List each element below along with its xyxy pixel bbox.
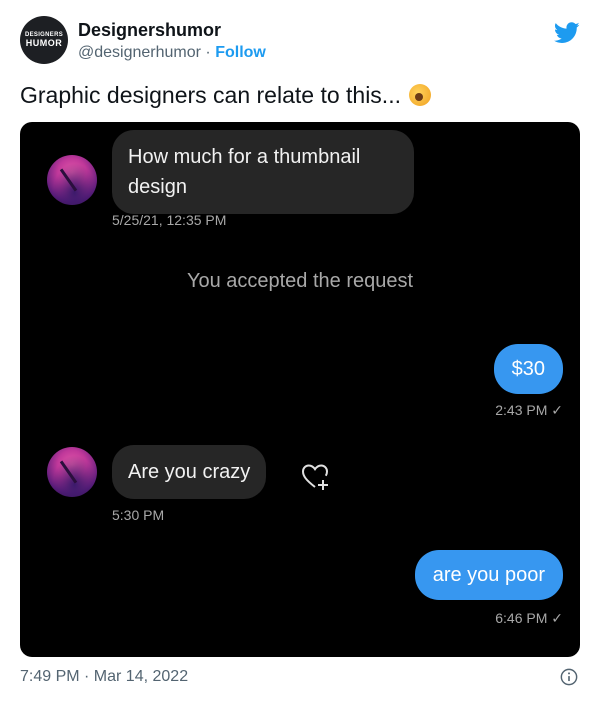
tweet-text: Graphic designers can relate to this... <box>20 82 432 109</box>
message-text-1: How much for a thumbnail design <box>128 146 361 198</box>
message-outgoing-1: $30 <box>493 344 563 394</box>
tweet-header: DESIGNERS HUMOR Designershumor @designer… <box>20 14 580 70</box>
message-time-2: 2:43 PM ✓ <box>495 402 563 418</box>
info-icon[interactable] <box>560 668 578 686</box>
message-time-1: 5/25/21, 12:35 PM <box>112 212 227 228</box>
message-incoming-1: How much for a thumbnail design <box>112 130 414 214</box>
author-avatar[interactable]: DESIGNERS HUMOR <box>20 16 68 64</box>
author-handle[interactable]: @designerhumor <box>78 44 201 61</box>
follow-link[interactable]: Follow <box>215 44 266 61</box>
avatar-text-2: HUMOR <box>25 38 63 48</box>
handle-row: @designerhumor · Follow <box>78 44 266 62</box>
separator: · <box>205 44 211 61</box>
message-incoming-2: Are you crazy <box>112 445 267 499</box>
tweet-timestamp[interactable]: 7:49 PM · Mar 14, 2022 <box>20 668 188 686</box>
request-status: You accepted the request <box>186 270 414 292</box>
author-name[interactable]: Designershumor <box>78 20 221 41</box>
message-time-3: 5:30 PM <box>112 507 165 523</box>
twitter-bird-icon[interactable] <box>554 22 580 44</box>
message-text-3: Are you crazy <box>128 461 251 483</box>
tweet-text-content: Graphic designers can relate to this... <box>20 82 401 108</box>
message-text-4: are you poor <box>432 564 545 586</box>
contact-avatar <box>47 447 97 497</box>
heart-add-icon[interactable] <box>300 462 330 492</box>
message-outgoing-2: are you poor <box>414 550 563 600</box>
chat-screenshot: How much for a thumbnail design 5/25/21,… <box>20 122 580 657</box>
message-text-2: $30 <box>511 358 545 380</box>
yawning-face-icon <box>409 84 432 106</box>
message-time-4: 6:46 PM ✓ <box>495 610 563 626</box>
contact-avatar <box>47 155 97 205</box>
